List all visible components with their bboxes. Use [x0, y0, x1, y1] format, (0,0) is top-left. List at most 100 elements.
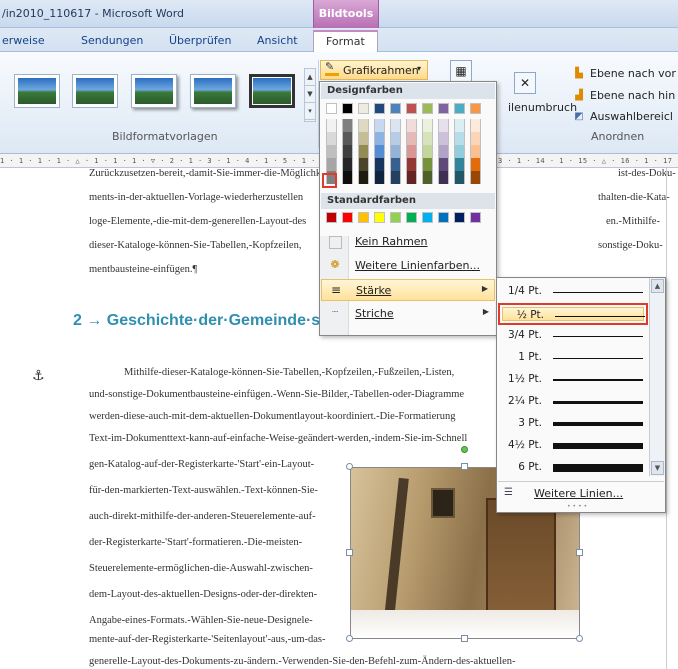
- gallery-up-icon[interactable]: ▲: [305, 69, 315, 86]
- theme-shade-swatch[interactable]: [390, 158, 401, 171]
- theme-shade-swatch[interactable]: [438, 132, 449, 145]
- theme-shade-swatch[interactable]: [374, 158, 385, 171]
- standard-color-swatch[interactable]: [438, 212, 449, 223]
- theme-shade-swatch[interactable]: [454, 158, 465, 171]
- weight-option[interactable]: ½ Pt.: [498, 303, 648, 325]
- resize-handle-s[interactable]: [461, 635, 468, 642]
- weight-option[interactable]: 3/4 Pt.: [498, 325, 648, 347]
- theme-shade-swatch[interactable]: [326, 119, 337, 132]
- theme-shade-swatch[interactable]: [406, 132, 417, 145]
- menu-striche[interactable]: ┈ Striche ▶: [321, 303, 495, 325]
- resize-handle-w[interactable]: [346, 549, 353, 556]
- theme-shade-swatch[interactable]: [342, 145, 353, 158]
- theme-shade-swatch[interactable]: [406, 145, 417, 158]
- menu-kein-rahmen[interactable]: Kein Rahmen: [321, 231, 495, 253]
- theme-shade-swatch[interactable]: [326, 158, 337, 171]
- weight-option[interactable]: 1/4 Pt.: [498, 281, 648, 303]
- theme-color-swatch[interactable]: [438, 103, 449, 114]
- scroll-up-icon[interactable]: ▲: [651, 279, 664, 293]
- theme-shade-swatch[interactable]: [470, 132, 481, 145]
- menu-weitere-linienfarben[interactable]: ❁ Weitere Linienfarben...: [321, 255, 495, 277]
- theme-shade-swatch[interactable]: [422, 171, 433, 184]
- theme-shade-swatch[interactable]: [470, 145, 481, 158]
- weight-option[interactable]: 1½ Pt.: [498, 369, 648, 391]
- gallery-scroll[interactable]: ▲ ▼ ▾: [304, 68, 316, 122]
- theme-shade-swatch[interactable]: [358, 119, 369, 132]
- theme-shade-swatch[interactable]: [454, 145, 465, 158]
- weight-option[interactable]: 4½ Pt.: [498, 435, 648, 457]
- theme-shade-swatch[interactable]: [342, 119, 353, 132]
- theme-shade-swatch[interactable]: [454, 171, 465, 184]
- theme-shade-swatch[interactable]: [438, 158, 449, 171]
- theme-shade-swatch[interactable]: [454, 119, 465, 132]
- theme-shade-swatch[interactable]: [342, 171, 353, 184]
- theme-shade-swatch[interactable]: [374, 171, 385, 184]
- picture-style-2[interactable]: [72, 74, 118, 108]
- scroll-down-icon[interactable]: ▼: [651, 461, 664, 475]
- standard-color-swatch[interactable]: [454, 212, 465, 223]
- resize-handle-e[interactable]: [576, 549, 583, 556]
- theme-color-swatch[interactable]: [358, 103, 369, 114]
- wrap-text-icon[interactable]: ✕: [514, 72, 536, 94]
- resize-handle-se[interactable]: [576, 635, 583, 642]
- gallery-more-icon[interactable]: ▾: [305, 103, 315, 120]
- weight-option[interactable]: 1 Pt.: [498, 347, 648, 369]
- theme-shade-swatch[interactable]: [406, 171, 417, 184]
- picture-style-1[interactable]: [14, 74, 60, 108]
- menu-staerke[interactable]: ≡ Stärke ▶: [321, 279, 495, 301]
- standard-color-swatch[interactable]: [342, 212, 353, 223]
- theme-shade-swatch[interactable]: [390, 132, 401, 145]
- anchor-icon[interactable]: ⚓: [32, 368, 45, 384]
- theme-shade-swatch[interactable]: [422, 132, 433, 145]
- theme-shade-swatch[interactable]: [422, 119, 433, 132]
- standard-color-swatch[interactable]: [422, 212, 433, 223]
- theme-color-swatch[interactable]: [326, 103, 337, 114]
- picture-style-5[interactable]: [249, 74, 295, 108]
- theme-shade-swatch[interactable]: [454, 132, 465, 145]
- theme-shade-swatch[interactable]: [438, 171, 449, 184]
- grafikrahmen-button[interactable]: Grafikrahmen ▾: [320, 60, 428, 80]
- theme-shade-swatch[interactable]: [470, 158, 481, 171]
- ebene-nach-hinten-label[interactable]: Ebene nach hin: [590, 89, 675, 102]
- theme-shade-swatch[interactable]: [390, 145, 401, 158]
- theme-shade-swatch[interactable]: [358, 158, 369, 171]
- tab-ansichten[interactable]: erweise: [2, 34, 45, 47]
- tab-sendungen[interactable]: Sendungen: [81, 34, 143, 47]
- theme-shade-swatch[interactable]: [406, 158, 417, 171]
- theme-shade-swatch[interactable]: [390, 119, 401, 132]
- theme-shade-swatch[interactable]: [342, 132, 353, 145]
- standard-color-swatch[interactable]: [326, 212, 337, 223]
- ebene-nach-vorne-label[interactable]: Ebene nach vor: [590, 67, 676, 80]
- theme-shade-swatch[interactable]: [326, 132, 337, 145]
- theme-shade-swatch[interactable]: [358, 145, 369, 158]
- theme-shade-swatch[interactable]: [470, 119, 481, 132]
- auswahlbereich-label[interactable]: Auswahlbereicl: [590, 110, 673, 123]
- theme-color-swatch[interactable]: [342, 103, 353, 114]
- standard-color-swatch[interactable]: [470, 212, 481, 223]
- resize-handle-sw[interactable]: [346, 635, 353, 642]
- tab-ueberpruefen[interactable]: Überprüfen: [169, 34, 231, 47]
- standard-color-swatch[interactable]: [390, 212, 401, 223]
- picture-style-3[interactable]: [131, 74, 177, 108]
- theme-shade-swatch[interactable]: [374, 119, 385, 132]
- zeilenumbruch-label[interactable]: ilenumbruch: [508, 101, 577, 114]
- weight-option[interactable]: 6 Pt.: [498, 457, 648, 479]
- weight-option[interactable]: 2¼ Pt.: [498, 391, 648, 413]
- gallery-down-icon[interactable]: ▼: [305, 86, 315, 103]
- theme-shade-swatch[interactable]: [390, 171, 401, 184]
- theme-shade-swatch[interactable]: [358, 132, 369, 145]
- resize-handle-n[interactable]: [461, 463, 468, 470]
- theme-color-swatch[interactable]: [406, 103, 417, 114]
- tab-ansicht[interactable]: Ansicht: [257, 34, 298, 47]
- theme-color-swatch[interactable]: [454, 103, 465, 114]
- menu-weitere-linien[interactable]: ☰ Weitere Linien...: [498, 481, 664, 505]
- standard-color-swatch[interactable]: [406, 212, 417, 223]
- theme-shade-swatch[interactable]: [470, 171, 481, 184]
- theme-shade-swatch[interactable]: [358, 171, 369, 184]
- resize-grip-icon[interactable]: ••••: [567, 503, 589, 510]
- standard-color-swatch[interactable]: [374, 212, 385, 223]
- tab-format[interactable]: Format: [313, 30, 378, 53]
- theme-shade-swatch[interactable]: [406, 119, 417, 132]
- picture-style-4[interactable]: [190, 74, 236, 108]
- theme-color-swatch[interactable]: [470, 103, 481, 114]
